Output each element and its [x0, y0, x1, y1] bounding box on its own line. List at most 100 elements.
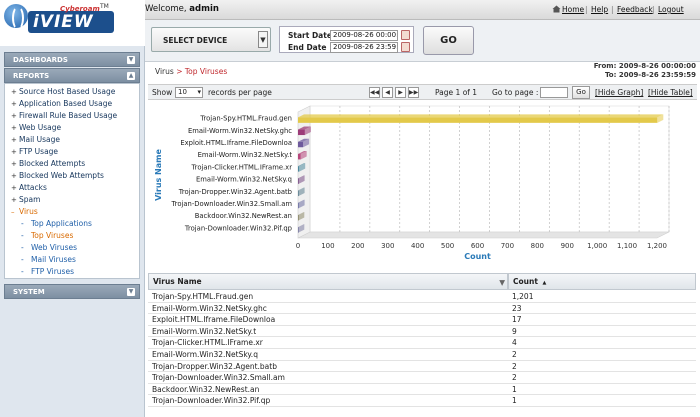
date-range-summary: From: 2009-8-26 00:00:00 To: 2009-8-26 2…	[594, 62, 696, 80]
y-axis-title: Virus Name	[154, 149, 163, 201]
nav-label: Top Applications	[31, 219, 92, 228]
goto-page-input[interactable]	[540, 87, 568, 98]
x-tick-label: 800	[531, 242, 544, 250]
nav-top-applications[interactable]: - Top Applications	[21, 218, 92, 230]
section-dashboards-label: DASHBOARDS	[13, 56, 68, 64]
table-row: Email-Worm.Win32.NetSky.t 9	[148, 326, 696, 338]
nav-virus[interactable]: – Virus	[11, 206, 38, 218]
calendar-icon[interactable]	[401, 30, 410, 40]
nav-spam[interactable]: + Spam	[11, 194, 40, 206]
nav-blocked-attempts[interactable]: + Blocked Attempts	[11, 158, 85, 170]
logo-tm: TM	[100, 3, 109, 10]
cell-virus-name: Trojan-Downloader.Win32.Small.am	[152, 373, 285, 383]
select-device-label: SELECT DEVICE	[163, 36, 228, 45]
x-tick-label: 0	[296, 242, 300, 250]
nav-web-usage[interactable]: + Web Usage	[11, 122, 61, 134]
records-label: records per page	[208, 88, 272, 97]
cell-count: 4	[512, 338, 517, 348]
nav-mail-usage[interactable]: + Mail Usage	[11, 134, 60, 146]
col-header-label: Virus Name	[153, 277, 202, 286]
nav-application-based-usage[interactable]: + Application Based Usage	[11, 98, 112, 110]
chevron-down-icon[interactable]: ▼	[258, 31, 268, 48]
col-header-count[interactable]: Count ▲	[508, 273, 696, 290]
cell-virus-name: Backdoor.Win32.NewRest.an	[152, 384, 260, 394]
dash-icon: -	[21, 231, 24, 240]
nav-label: Top Viruses	[31, 231, 74, 240]
col-header-virus-name[interactable]: Virus Name ▼	[148, 273, 508, 290]
nav-firewall-rule-based-usage[interactable]: + Firewall Rule Based Usage	[11, 110, 117, 122]
nav-mail-viruses[interactable]: - Mail Viruses	[21, 254, 76, 266]
cell-count: 2	[512, 350, 517, 359]
end-date-field[interactable]: 2009-08-26 23:59:59	[330, 42, 398, 53]
nav-label: FTP Usage	[19, 147, 59, 156]
plus-icon: +	[11, 100, 17, 108]
table-row: Trojan-Dropper.Win32.Agent.batb 2	[148, 361, 696, 373]
cell-count: 9	[512, 326, 517, 336]
x-tick-label: 700	[501, 242, 514, 250]
go-button[interactable]: GO	[423, 26, 474, 55]
prev-page-icon[interactable]: ◀	[382, 87, 393, 98]
cell-count: 2	[512, 373, 517, 383]
end-date-label: End Date	[288, 43, 327, 52]
nav-blocked-web-attempts[interactable]: + Blocked Web Attempts	[11, 170, 104, 182]
y-tick-label: Trojan-Downloader.Win32.Small.am	[171, 200, 293, 208]
plus-icon: +	[11, 88, 17, 96]
home-icon[interactable]	[552, 5, 561, 13]
report-content: Virus > Top Viruses From: 2009-8-26 00:0…	[145, 62, 700, 417]
next-page-icon[interactable]: ▶	[395, 87, 406, 98]
calendar-icon[interactable]	[401, 42, 410, 52]
nav-label: FTP Viruses	[31, 267, 74, 276]
help-link[interactable]: Help	[591, 5, 608, 14]
nav-label: Mail Usage	[19, 135, 60, 144]
logo-cyberoam: Cyberoam	[60, 5, 100, 13]
filter-icon[interactable]: ▼	[499, 275, 505, 290]
x-tick-label: 900	[561, 242, 574, 250]
dash-icon: -	[21, 267, 24, 276]
hide-table-link[interactable]: [Hide Table]	[648, 88, 693, 97]
cell-virus-name: Email-Worm.Win32.NetSky.q	[152, 350, 258, 359]
y-tick-label: Trojan-Spy.HTML.Fraud.gen	[199, 115, 292, 123]
table-row: Backdoor.Win32.NewRest.an 1	[148, 384, 696, 396]
feedback-link[interactable]: Feedback	[617, 5, 653, 14]
breadcrumb-parent[interactable]: Virus	[155, 67, 174, 76]
records-per-page-select[interactable]: 10	[175, 87, 203, 98]
dash-icon: -	[21, 219, 24, 228]
nav-top-viruses[interactable]: - Top Viruses	[21, 230, 73, 242]
nav-label: Blocked Web Attempts	[19, 171, 104, 180]
plus-icon: +	[11, 184, 17, 192]
from-date: From: 2009-8-26 00:00:00	[593, 62, 696, 70]
section-system[interactable]: SYSTEM ▼	[4, 284, 140, 299]
x-tick-label: 400	[411, 242, 424, 250]
start-date-label: Start Date	[288, 31, 332, 40]
hide-graph-link[interactable]: [Hide Graph]	[595, 88, 643, 97]
start-date-field[interactable]: 2009-08-26 00:00:00	[330, 30, 398, 41]
goto-page-button[interactable]: Go	[572, 86, 590, 99]
nav-attacks[interactable]: + Attacks	[11, 182, 47, 194]
home-link[interactable]: Home	[562, 5, 584, 14]
cell-count: 1	[512, 396, 517, 406]
logout-link[interactable]: Logout	[658, 5, 684, 14]
logo: iVIEW Cyberoam TM	[0, 0, 145, 46]
nav-label: Attacks	[19, 183, 47, 192]
cell-count: 1	[512, 384, 517, 394]
first-page-icon[interactable]: ◀◀	[369, 87, 380, 98]
nav-ftp-viruses[interactable]: - FTP Viruses	[21, 266, 74, 278]
section-reports[interactable]: REPORTS ▲	[4, 68, 140, 83]
dash-icon: -	[21, 255, 24, 264]
last-page-icon[interactable]: ▶▶	[408, 87, 419, 98]
cell-count: 1,201	[512, 292, 534, 301]
select-device-dropdown[interactable]: SELECT DEVICE ▼	[151, 27, 271, 52]
nav-source-host-based-usage[interactable]: + Source Host Based Usage	[11, 86, 115, 98]
nav-ftp-usage[interactable]: + FTP Usage	[11, 146, 58, 158]
welcome-text: Welcome, admin	[145, 4, 219, 14]
x-tick-label: 1,200	[647, 242, 667, 250]
nav-web-viruses[interactable]: - Web Viruses	[21, 242, 77, 254]
chart-svg: 0 100 200 300 400 500 600 700 800 900 1,000 1,100 1,…	[154, 105, 670, 261]
table-row: Trojan-Downloader.Win32.Small.am 2	[148, 372, 696, 384]
section-dashboards[interactable]: DASHBOARDS ▼	[4, 52, 140, 67]
bar	[298, 227, 299, 233]
nav-label: Application Based Usage	[19, 99, 113, 108]
divider: |	[652, 5, 655, 14]
goto-label: Go to page :	[492, 88, 539, 97]
divider: |	[585, 5, 588, 14]
